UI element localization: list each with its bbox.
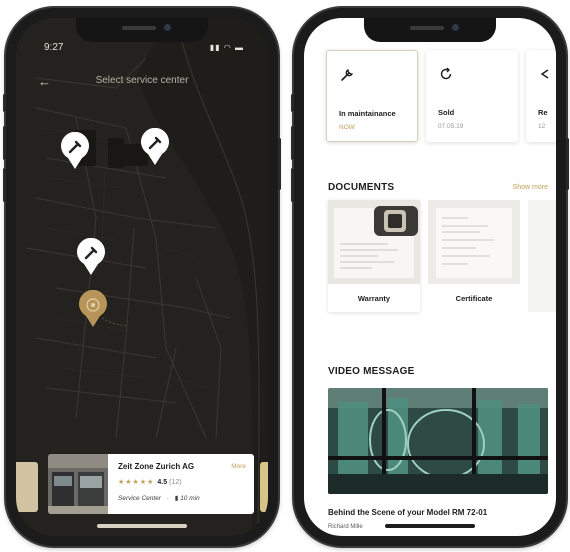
map-screen: 9:27 ▮▮ ◠ ▬ ← Select service center Zeit… — [16, 18, 268, 536]
document-label: Certificate — [455, 294, 493, 303]
status-card-maintenance[interactable]: In maintainance NOW — [326, 50, 418, 142]
status-label: In maintainance — [339, 109, 396, 118]
documents-title: DOCUMENTS — [328, 182, 395, 193]
rating-count: (12) — [169, 479, 182, 486]
phone-right: In maintainance NOW Sold 07.05.19 Re 12 … — [291, 8, 569, 546]
mute-switch — [3, 94, 6, 112]
next-card-peek[interactable] — [260, 462, 268, 512]
status-time: 9:27 — [44, 42, 64, 53]
document-label: Warranty — [357, 294, 391, 303]
power-button — [566, 138, 569, 190]
rating-value: 4.5 — [157, 479, 168, 486]
service-meta: Service Center · ▮ 10 min — [118, 495, 200, 502]
service-center-pin-3[interactable] — [76, 238, 106, 276]
phone-left: 9:27 ▮▮ ◠ ▬ ← Select service center Zeit… — [3, 8, 281, 546]
home-indicator[interactable] — [385, 524, 475, 528]
status-date: 07.05.19 — [438, 123, 464, 130]
refresh-icon — [440, 67, 452, 80]
store-photo — [48, 454, 108, 514]
warranty-thumbnail — [328, 200, 420, 284]
walking-icon: ▮ — [174, 495, 179, 502]
page-title: Select service center — [95, 75, 189, 86]
selected-service-center-pin[interactable] — [78, 290, 108, 328]
service-center-name: Zeit Zone Zurich AG — [118, 462, 195, 471]
prev-card-peek[interactable] — [16, 462, 38, 512]
travel-time: 10 min — [180, 495, 200, 502]
video-thumbnail[interactable] — [328, 388, 548, 494]
video-message-title: VIDEO MESSAGE — [328, 366, 415, 377]
volume-up-button — [291, 126, 294, 160]
power-button — [278, 138, 281, 190]
document-warranty[interactable]: Warranty — [328, 200, 420, 312]
status-card-next[interactable]: Re 12 — [526, 50, 556, 142]
watch-detail-screen: In maintainance NOW Sold 07.05.19 Re 12 … — [304, 18, 556, 536]
notch — [76, 18, 208, 42]
map-header: ← Select service center — [16, 74, 268, 94]
notch — [364, 18, 496, 42]
document-certificate[interactable]: Certificate — [428, 200, 520, 312]
volume-down-button — [3, 168, 6, 202]
video-author: Richard Mille — [328, 524, 363, 530]
status-date: NOW — [339, 124, 355, 131]
service-type: Service Center — [118, 495, 161, 502]
more-link[interactable]: More — [231, 463, 246, 470]
video-caption[interactable]: Behind the Scene of your Model RM 72-01 — [328, 508, 487, 517]
volume-down-button — [291, 168, 294, 202]
status-icons: ▮▮ ◠ ▬ — [209, 43, 244, 52]
service-center-card[interactable]: Zeit Zone Zurich AG More ★★★★★ 4.5 (12) Se… — [48, 454, 254, 514]
status-card-sold[interactable]: Sold 07.05.19 — [426, 50, 518, 142]
volume-up-button — [3, 126, 6, 160]
show-more-link[interactable]: Show more — [513, 184, 548, 191]
mute-switch — [291, 94, 294, 112]
rating: ★★★★★ 4.5 (12) — [118, 478, 182, 486]
status-label: Sold — [438, 108, 455, 117]
service-center-pin-2[interactable] — [140, 128, 170, 166]
certificate-thumbnail — [428, 200, 520, 284]
service-center-pin-1[interactable] — [60, 132, 90, 170]
tag-icon — [540, 69, 549, 79]
status-label: Re — [538, 108, 548, 117]
home-indicator[interactable] — [97, 524, 187, 528]
status-date: 12 — [538, 123, 546, 130]
star-rating-icon: ★★★★★ — [118, 479, 155, 486]
wrench-icon — [341, 68, 354, 81]
document-card-peek[interactable] — [528, 200, 556, 312]
